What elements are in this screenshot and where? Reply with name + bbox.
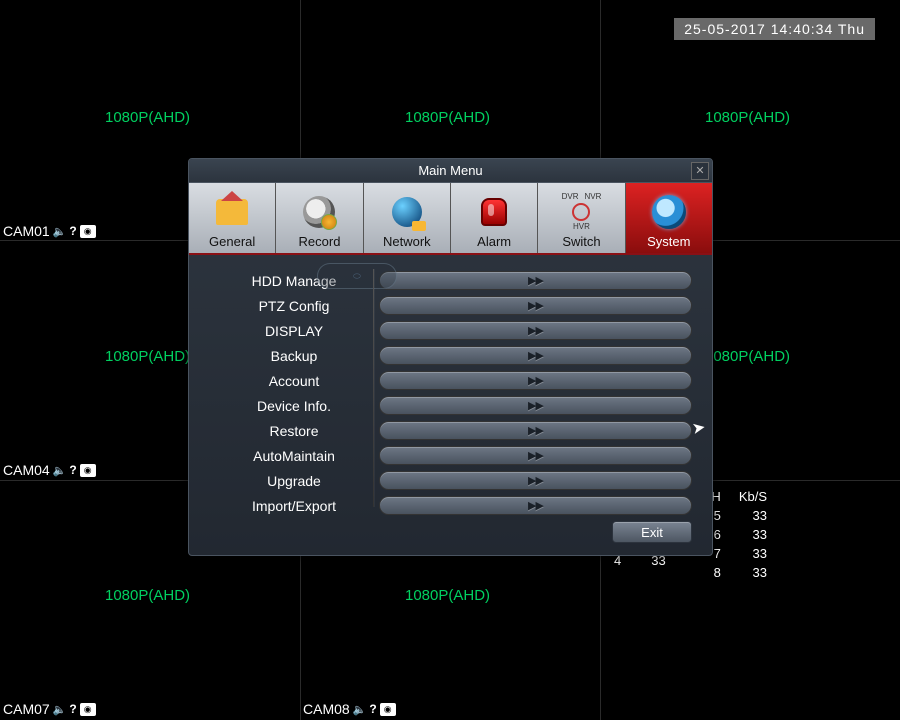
item-label: Restore — [209, 423, 379, 439]
timestamp: 25-05-2017 14:40:34 Thu — [674, 18, 875, 40]
gear-icon — [652, 195, 686, 229]
cam-res: 1080P(AHD) — [105, 109, 190, 126]
tab-switch[interactable]: DVRNVR HVR Switch — [538, 183, 625, 253]
cam-res: 1080P(AHD) — [105, 348, 190, 365]
item-label: Import/Export — [209, 498, 379, 514]
speaker-icon: 🔈 — [353, 703, 367, 716]
camera-icon: ◉ — [80, 225, 96, 238]
item-label: Upgrade — [209, 473, 379, 489]
automaintain-button[interactable]: ▶▶ — [379, 446, 692, 465]
main-menu-dialog: Main Menu ✕ General Record Network Alarm… — [188, 158, 713, 556]
tab-general[interactable]: General — [189, 183, 276, 253]
cam-res: 1080P(AHD) — [705, 109, 790, 126]
item-label: DISPLAY — [209, 323, 379, 339]
house-icon — [216, 199, 248, 225]
watermark: ⬭ — [317, 263, 397, 289]
cam-res: 1080P(AHD) — [405, 587, 490, 604]
camera-icon: ◉ — [380, 703, 396, 716]
alarm-icon — [481, 198, 507, 226]
switch-icon: DVRNVR HVR — [562, 193, 602, 231]
status-table: HKb/S 533 633 733 833 — [709, 487, 785, 584]
system-panel: ⬭ HDD Manage ▶▶ PTZ Config ▶▶ DISPLAY ▶▶… — [189, 255, 712, 555]
backup-button[interactable]: ▶▶ — [379, 346, 692, 365]
account-button[interactable]: ▶▶ — [379, 371, 692, 390]
cam-label: CAM07🔈?◉ — [3, 701, 96, 717]
item-label: Device Info. — [209, 398, 379, 414]
cam-res: 1080P(AHD) — [405, 109, 490, 126]
dialog-title: Main Menu ✕ — [189, 159, 712, 183]
close-button[interactable]: ✕ — [691, 162, 709, 180]
import-export-button[interactable]: ▶▶ — [379, 496, 692, 515]
disc-icon — [303, 196, 335, 228]
display-button[interactable]: ▶▶ — [379, 321, 692, 340]
item-label: AutoMaintain — [209, 448, 379, 464]
cam-res: 1080P(AHD) — [105, 587, 190, 604]
tab-network[interactable]: Network — [364, 183, 451, 253]
hdd-manage-button[interactable]: ▶▶ — [379, 271, 692, 290]
cam-label: CAM01🔈?◉ — [3, 223, 96, 239]
tab-system[interactable]: System — [626, 183, 712, 253]
item-label: Backup — [209, 348, 379, 364]
panel-divider — [373, 269, 374, 507]
item-label: Account — [209, 373, 379, 389]
cam-label: CAM08🔈?◉ — [303, 701, 396, 717]
camera-icon: ◉ — [80, 464, 96, 477]
globe-icon — [392, 197, 422, 227]
device-info-button[interactable]: ▶▶ — [379, 396, 692, 415]
tab-record[interactable]: Record — [276, 183, 363, 253]
tab-bar: General Record Network Alarm DVRNVR HVR … — [189, 183, 712, 255]
exit-button[interactable]: Exit — [612, 521, 692, 543]
restore-button[interactable]: ▶▶ — [379, 421, 692, 440]
speaker-icon: 🔈 — [53, 225, 67, 238]
tab-alarm[interactable]: Alarm — [451, 183, 538, 253]
upgrade-button[interactable]: ▶▶ — [379, 471, 692, 490]
item-label: PTZ Config — [209, 298, 379, 314]
ptz-config-button[interactable]: ▶▶ — [379, 296, 692, 315]
speaker-icon: 🔈 — [53, 703, 67, 716]
speaker-icon: 🔈 — [53, 464, 67, 477]
camera-icon: ◉ — [80, 703, 96, 716]
cam-label: CAM04🔈?◉ — [3, 462, 96, 478]
cam-res: 1080P(AHD) — [705, 348, 790, 365]
